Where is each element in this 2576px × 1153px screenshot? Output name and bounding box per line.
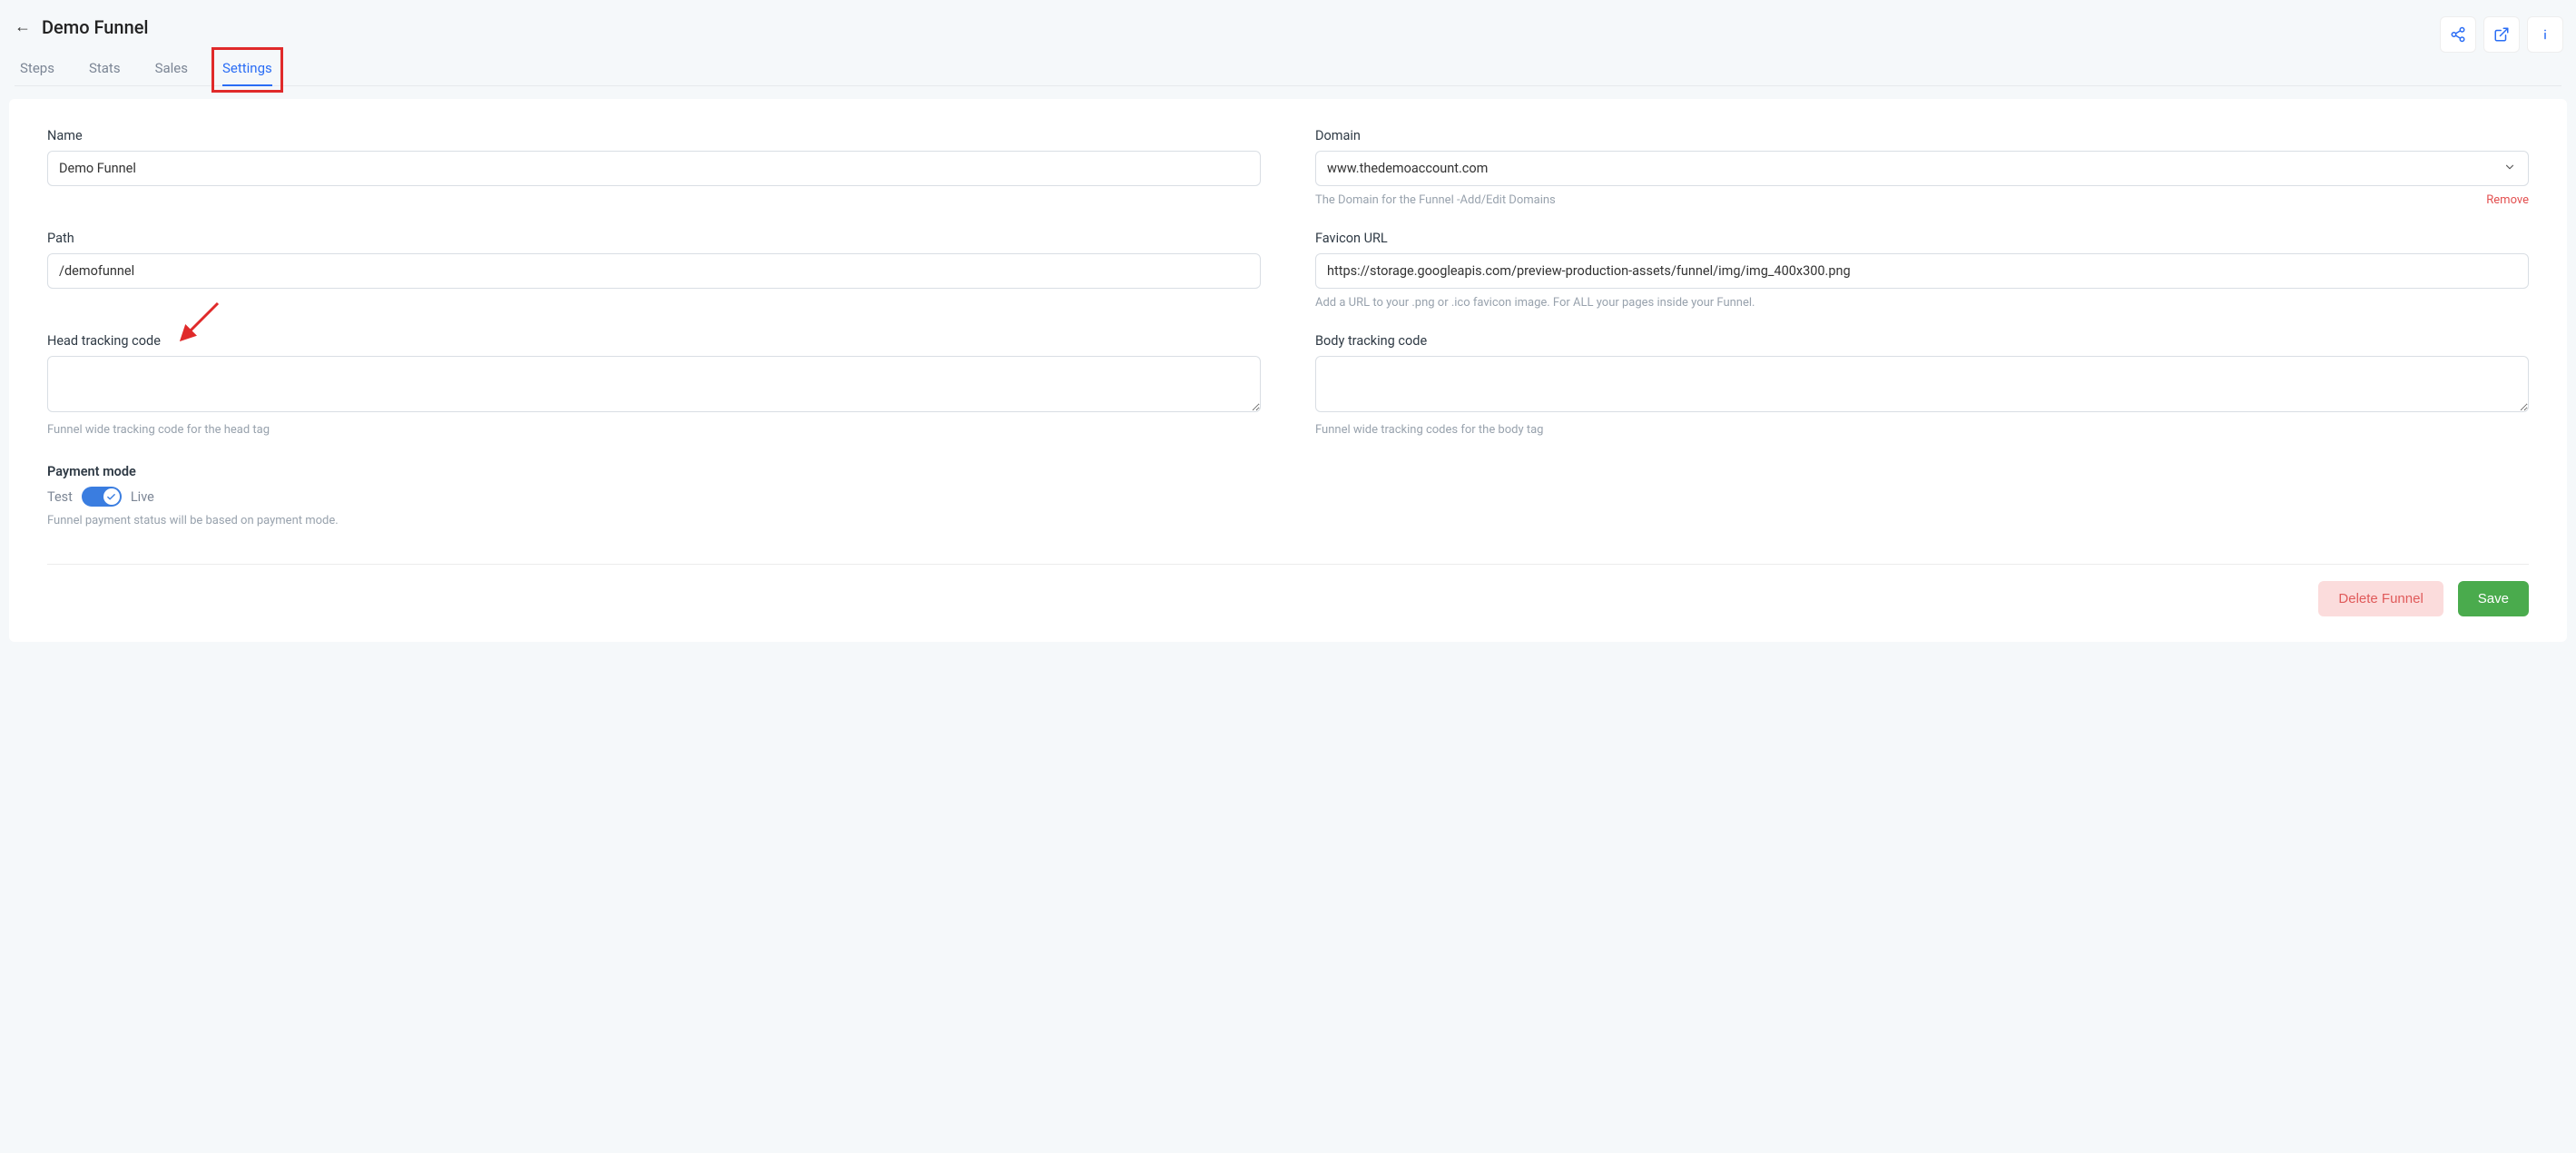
- body-tracking-field: Body tracking code Funnel wide tracking …: [1315, 333, 2529, 437]
- page-header: ← Demo Funnel Steps Stats Sales Settings: [0, 0, 2576, 86]
- share-button[interactable]: [2440, 16, 2476, 53]
- tab-sales[interactable]: Sales: [152, 53, 192, 85]
- head-tracking-field: Head tracking code Funnel wide tracking …: [47, 333, 1261, 437]
- body-tracking-label: Body tracking code: [1315, 333, 2529, 349]
- favicon-input[interactable]: [1315, 253, 2529, 289]
- tab-steps[interactable]: Steps: [16, 53, 58, 85]
- path-label: Path: [47, 231, 1261, 246]
- payment-mode-label: Payment mode: [47, 464, 1261, 479]
- head-tracking-helper-text: Funnel wide tracking code for the head t…: [47, 423, 1261, 437]
- info-button[interactable]: [2527, 16, 2563, 53]
- payment-mode-toggle[interactable]: [82, 487, 122, 507]
- domain-remove-link[interactable]: Remove: [2486, 193, 2529, 207]
- domain-field: Domain The Domain for the Funnel -Add/Ed…: [1315, 128, 2529, 207]
- payment-mode-field: Payment mode Test Live Funnel payment st…: [47, 464, 1261, 527]
- header-actions: [2440, 16, 2563, 53]
- delete-funnel-button[interactable]: Delete Funnel: [2318, 581, 2443, 616]
- domain-label: Domain: [1315, 128, 2529, 143]
- body-tracking-textarea[interactable]: [1315, 356, 2529, 412]
- external-link-icon: [2493, 26, 2510, 43]
- title-row: ← Demo Funnel: [15, 16, 2561, 38]
- favicon-field: Favicon URL Add a URL to your .png or .i…: [1315, 231, 2529, 310]
- path-field: Path: [47, 231, 1261, 310]
- tab-settings[interactable]: Settings: [219, 53, 276, 85]
- domain-select[interactable]: [1315, 151, 2529, 186]
- footer-actions: Delete Funnel Save: [47, 564, 2529, 616]
- back-arrow-icon[interactable]: ←: [15, 19, 31, 35]
- share-icon: [2450, 26, 2466, 43]
- open-external-button[interactable]: [2483, 16, 2520, 53]
- save-button[interactable]: Save: [2458, 581, 2529, 616]
- form-grid: Name Domain The Domain for the Funnel -A…: [47, 128, 2529, 527]
- name-field: Name: [47, 128, 1261, 207]
- payment-helper-text: Funnel payment status will be based on p…: [47, 514, 1261, 527]
- favicon-helper-text: Add a URL to your .png or .ico favicon i…: [1315, 296, 2529, 310]
- info-icon: [2537, 26, 2553, 43]
- settings-card: Name Domain The Domain for the Funnel -A…: [9, 99, 2567, 642]
- name-input[interactable]: [47, 151, 1261, 186]
- name-label: Name: [47, 128, 1261, 143]
- favicon-label: Favicon URL: [1315, 231, 2529, 246]
- domain-helper-text: The Domain for the Funnel -Add/Edit Doma…: [1315, 193, 1556, 207]
- payment-test-label: Test: [47, 489, 73, 505]
- payment-live-label: Live: [131, 489, 154, 505]
- tabs: Steps Stats Sales Settings: [15, 53, 2561, 86]
- check-icon: [103, 488, 120, 505]
- page-title: Demo Funnel: [42, 16, 149, 38]
- head-tracking-label: Head tracking code: [47, 333, 1261, 349]
- path-input[interactable]: [47, 253, 1261, 289]
- body-tracking-helper-text: Funnel wide tracking codes for the body …: [1315, 423, 2529, 437]
- head-tracking-textarea[interactable]: [47, 356, 1261, 412]
- tab-stats[interactable]: Stats: [85, 53, 124, 85]
